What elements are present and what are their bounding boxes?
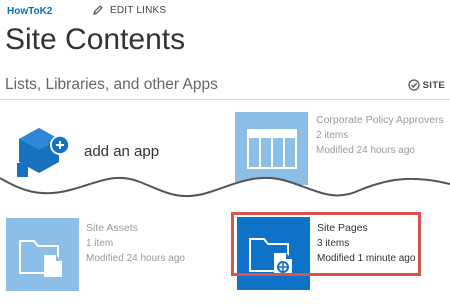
app-title[interactable]: Site Assets (86, 221, 185, 236)
app-info-corporate-policy-approvers: Corporate Policy Approvers 2 items Modif… (316, 113, 444, 158)
checkmark-circle-icon (408, 79, 420, 91)
section-title: Lists, Libraries, and other Apps (5, 76, 218, 93)
pencil-icon (93, 5, 103, 15)
item-count: 2 items (316, 130, 349, 141)
modified-time: Modified 24 hours ago (86, 253, 185, 264)
highlight-box (231, 212, 421, 276)
item-count: 1 item (86, 238, 114, 249)
section-divider (0, 99, 450, 100)
edit-links-label: EDIT LINKS (110, 4, 167, 16)
edit-links-button[interactable]: EDIT LINKS (92, 4, 166, 16)
app-title[interactable]: Corporate Policy Approvers (316, 113, 444, 128)
collapsed-section-wave (0, 176, 450, 210)
add-app-link[interactable]: add an app (84, 143, 159, 160)
document-library-tile[interactable] (6, 218, 79, 291)
site-workflows-button[interactable]: SITE (408, 79, 445, 91)
app-info-site-assets: Site Assets 1 item Modified 24 hours ago (86, 221, 185, 266)
modified-time: Modified 24 hours ago (316, 145, 415, 156)
site-home-link[interactable]: HowToK2 (7, 6, 52, 17)
document-library-icon (18, 239, 62, 277)
page-title: Site Contents (5, 23, 186, 56)
site-action-label: SITE (422, 79, 445, 91)
